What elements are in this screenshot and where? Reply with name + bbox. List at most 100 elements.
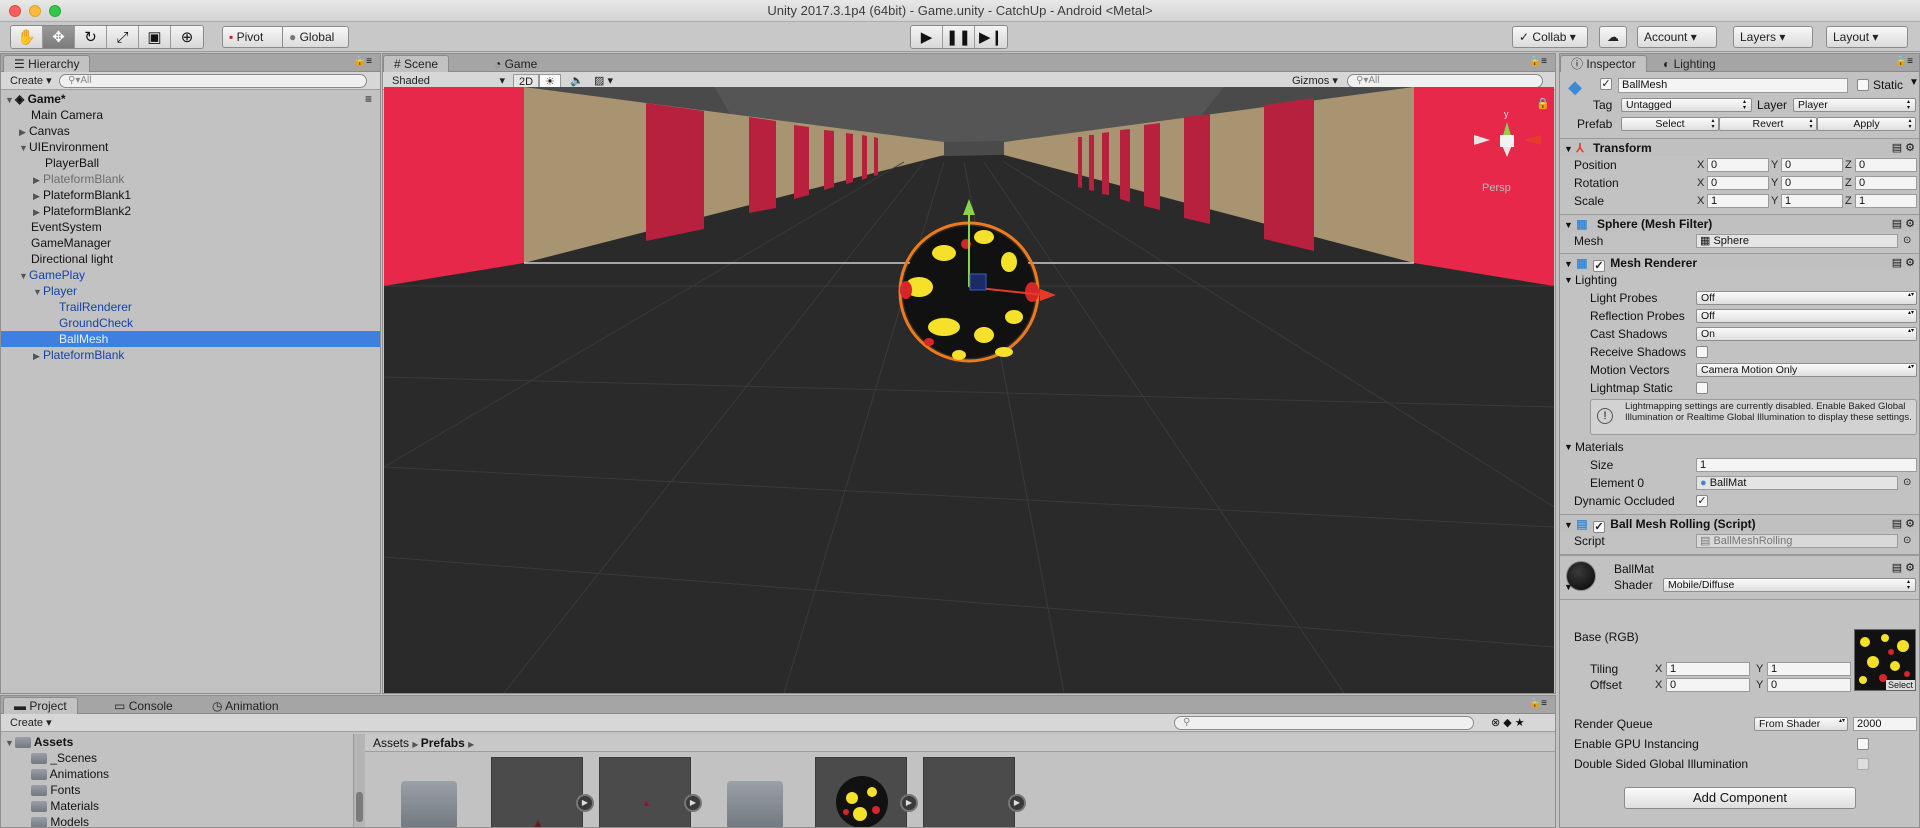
position-z-field[interactable]: 0 <box>1855 158 1917 172</box>
tag-dropdown[interactable]: Untagged <box>1621 98 1752 112</box>
fold-arrow-icon[interactable]: ▼ <box>1564 520 1573 530</box>
list-item[interactable]: ▶ Canvas <box>1 123 380 139</box>
mesh-object-field[interactable]: ▦ Sphere <box>1696 234 1898 248</box>
folder-row[interactable]: Materials <box>1 798 353 814</box>
rect-tool-icon[interactable]: ▣ <box>139 26 171 48</box>
motion-vectors-dropdown[interactable]: Camera Motion Only <box>1696 363 1917 377</box>
folder-row[interactable]: ▼ Assets <box>1 734 353 750</box>
panel-menu-icon[interactable]: 🔒≡ <box>1529 698 1547 709</box>
global-toggle[interactable]: ● Global <box>282 26 349 48</box>
expand-arrow-icon[interactable]: ▼ <box>19 140 29 156</box>
hand-tool-icon[interactable]: ✋ <box>11 26 43 48</box>
lighting-toggle[interactable]: ☀ <box>539 74 561 88</box>
expand-arrow-icon[interactable]: ▼ <box>19 268 29 284</box>
layers-dropdown[interactable]: Layers ▾ <box>1733 26 1813 48</box>
position-x-field[interactable]: 0 <box>1707 158 1769 172</box>
size-field[interactable]: 1 <box>1696 458 1917 472</box>
prefab-select-button[interactable]: Select <box>1621 117 1719 131</box>
light-probes-dropdown[interactable]: Off <box>1696 291 1917 305</box>
list-item[interactable]: EventSystem <box>1 219 380 235</box>
rotation-y-field[interactable]: 0 <box>1781 176 1843 190</box>
lighting-foldout[interactable]: ▼ Lighting <box>1560 271 1919 289</box>
project-search-input[interactable]: ⚲ <box>1174 716 1474 730</box>
transform-header[interactable]: ▼ ⅄ Transform ▤ ⚙ <box>1560 138 1919 156</box>
collapsed-arrow-icon[interactable]: ▶ <box>33 204 43 220</box>
fold-arrow-icon[interactable]: ▼ <box>1564 144 1573 154</box>
component-menu-icon[interactable]: ▤ ⚙ <box>1892 254 1915 272</box>
rotation-x-field[interactable]: 0 <box>1707 176 1769 190</box>
reflection-probes-dropdown[interactable]: Off <box>1696 309 1917 323</box>
list-item[interactable]: ▼GamePlay <box>1 267 380 283</box>
tab-game[interactable]: ◔ Game <box>483 55 548 72</box>
shading-mode-dropdown[interactable]: Shaded ▾ <box>387 74 507 88</box>
minimize-window-button[interactable] <box>29 5 41 17</box>
element0-object-field[interactable]: ● BallMat <box>1696 476 1898 490</box>
fold-arrow-icon[interactable]: ▼ <box>1564 582 1573 592</box>
collapsed-arrow-icon[interactable]: ▶ <box>33 348 43 364</box>
scale-z-field[interactable]: 1 <box>1855 194 1917 208</box>
object-name-field[interactable]: BallMesh <box>1618 78 1848 93</box>
layout-dropdown[interactable]: Layout ▾ <box>1826 26 1908 48</box>
list-item[interactable]: PlayerBall <box>1 155 380 171</box>
tiling-y-field[interactable]: 1 <box>1767 662 1851 676</box>
scale-tool-icon[interactable]: ⤢ <box>107 26 139 48</box>
pivot-toggle[interactable]: ▪ Pivot <box>222 26 283 48</box>
prefab-thumbnail[interactable] <box>923 757 1015 827</box>
list-item[interactable]: TrailRenderer <box>1 299 380 315</box>
play-preview-icon[interactable]: ▶ <box>900 794 918 812</box>
tab-animation[interactable]: ◷ Animation <box>201 697 290 714</box>
object-picker-icon[interactable]: ⊙ <box>1903 474 1911 492</box>
cast-shadows-dropdown[interactable]: On <box>1696 327 1917 341</box>
collapsed-arrow-icon[interactable]: ▶ <box>33 188 43 204</box>
pause-icon[interactable]: ❚❚ <box>943 26 975 48</box>
gizmos-dropdown[interactable]: Gizmos ▾ <box>1287 74 1343 88</box>
rotation-z-field[interactable]: 0 <box>1855 176 1917 190</box>
audio-toggle[interactable]: 🔈 <box>565 74 589 88</box>
dynamic-occluded-checkbox[interactable]: ✓ <box>1696 495 1708 507</box>
tiling-x-field[interactable]: 1 <box>1666 662 1750 676</box>
list-item[interactable]: Directional light <box>1 251 380 267</box>
move-tool-icon[interactable]: ✥ <box>43 26 75 48</box>
collapsed-arrow-icon[interactable]: ▶ <box>33 172 43 188</box>
active-checkbox[interactable]: ✓ <box>1600 78 1612 90</box>
list-item[interactable]: ▼UIEnvironment <box>1 139 380 155</box>
scene-render[interactable]: y Persp 🔒 <box>384 87 1554 693</box>
play-preview-icon[interactable]: ▶ <box>576 794 594 812</box>
object-picker-icon[interactable]: ⊙ <box>1903 232 1911 250</box>
panel-menu-icon[interactable]: 🔒≡ <box>1529 56 1547 67</box>
prefab-thumbnail[interactable]: ▲ <box>599 757 691 827</box>
cloud-button[interactable]: ☁ <box>1599 26 1627 48</box>
list-item[interactable]: ▶ PlateformBlank2 <box>1 203 380 219</box>
offset-y-field[interactable]: 0 <box>1767 678 1851 692</box>
static-checkbox[interactable] <box>1857 79 1869 91</box>
lightmap-static-checkbox[interactable] <box>1696 382 1708 394</box>
step-icon[interactable]: ▶❙ <box>975 26 1007 48</box>
fold-arrow-icon[interactable]: ▼ <box>1564 259 1573 269</box>
list-item[interactable]: ▶ PlateformBlank <box>1 171 380 187</box>
2d-toggle[interactable]: 2D <box>513 74 540 88</box>
lock-icon[interactable]: 🔒 <box>1536 97 1550 110</box>
tab-project[interactable]: ▬ Project <box>3 697 78 714</box>
list-item-selected[interactable]: BallMesh <box>1 331 380 347</box>
gpu-instancing-checkbox[interactable] <box>1857 738 1869 750</box>
materials-foldout[interactable]: ▼ Materials <box>1560 438 1919 456</box>
breadcrumb-assets[interactable]: Assets <box>373 736 409 750</box>
list-item[interactable]: GroundCheck <box>1 315 380 331</box>
list-item[interactable]: GameManager <box>1 235 380 251</box>
play-icon[interactable]: ▶ <box>911 26 943 48</box>
hierarchy-search-input[interactable]: ⚲▾All <box>59 74 367 88</box>
tab-console[interactable]: ▭ Console <box>103 697 184 714</box>
play-preview-icon[interactable]: ▶ <box>1008 794 1026 812</box>
folder-asset-icon[interactable] <box>727 781 783 827</box>
offset-x-field[interactable]: 0 <box>1666 678 1750 692</box>
mesh-filter-header[interactable]: ▼ ▦ Sphere (Mesh Filter) ▤ ⚙ <box>1560 214 1919 232</box>
add-component-button[interactable]: Add Component <box>1624 787 1856 809</box>
collapsed-arrow-icon[interactable]: ▶ <box>19 124 29 140</box>
gizmo-persp-label[interactable]: Persp <box>1482 182 1511 194</box>
folder-row[interactable]: Models <box>1 814 353 827</box>
scene-root-row[interactable]: ▼◈ Game* ≡ <box>1 91 380 107</box>
fold-arrow-icon[interactable]: ▼ <box>1564 220 1573 230</box>
shader-dropdown[interactable]: Mobile/Diffuse <box>1663 578 1916 592</box>
filter-icons[interactable]: ⊗ ◆ ★ <box>1491 716 1525 729</box>
prefab-thumbnail[interactable]: ▲ <box>491 757 583 827</box>
